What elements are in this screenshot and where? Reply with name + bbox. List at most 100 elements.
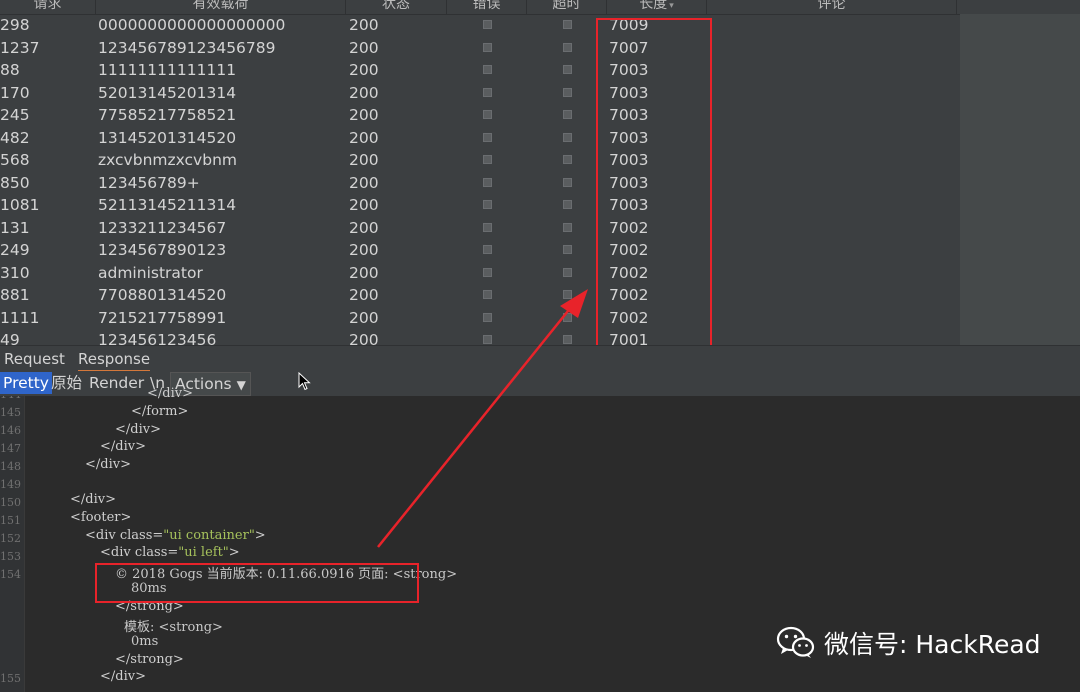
table-row[interactable]: 310 administrator 200 7002 (0, 262, 960, 285)
cell-payload: 7215217758991 (98, 308, 227, 327)
checkbox-icon (563, 177, 572, 187)
cell-timeout-checkbox (563, 329, 573, 345)
cell-request: 1237 (0, 38, 40, 57)
line-number: 152 (0, 532, 21, 545)
cell-status: 200 (349, 151, 379, 169)
cell-timeout-checkbox (563, 284, 573, 307)
cell-payload: 77585217758521 (98, 106, 237, 124)
column-header-request[interactable]: 请求 (0, 0, 96, 14)
table-row[interactable]: 131 1233211234567 200 7002 (0, 217, 960, 240)
table-empty-region (960, 14, 1080, 345)
table-row[interactable]: 482 13145201314520 200 7003 (0, 127, 960, 150)
checkbox-icon (483, 335, 492, 344)
cell-error-checkbox (483, 14, 493, 37)
cell-error-checkbox (483, 307, 493, 330)
cell-error-checkbox (483, 262, 493, 285)
cell-request: 249 (0, 241, 30, 259)
code-line-153-value: "ui left" (178, 545, 229, 560)
code-line-153-open: <div class= (100, 545, 179, 560)
code-line-155: </div> (100, 669, 146, 684)
cell-error-checkbox (483, 82, 493, 105)
line-number: 147 (0, 442, 21, 455)
cell-error-checkbox (483, 37, 493, 60)
cell-payload: 0000000000000000000 (98, 16, 286, 34)
render-button[interactable]: Render (89, 372, 144, 394)
line-number: 150 (0, 496, 21, 509)
column-header-error[interactable]: 错误 (447, 0, 527, 14)
table-row[interactable]: 298 0000000000000000000 200 7009 (0, 14, 960, 37)
line-number-gutter: 144 145 146 147 148 149 150 151 152 153 154 155 (0, 396, 25, 692)
cell-timeout-checkbox (563, 82, 573, 105)
line-number: 154 (0, 568, 21, 581)
raw-button[interactable]: 原始 (51, 372, 82, 394)
code-line-144: </div> (147, 386, 193, 401)
cell-timeout-checkbox (563, 262, 573, 285)
checkbox-icon (563, 200, 572, 209)
code-line-154-strong-close-2: </strong> (115, 652, 184, 667)
column-header-status[interactable]: 状态 (346, 0, 447, 14)
cell-status: 200 (349, 308, 379, 327)
cell-timeout-checkbox (563, 37, 573, 60)
cell-payload: 52013145201314 (98, 83, 237, 102)
table-row[interactable]: 1081 52113145211314 200 7003 (0, 194, 960, 217)
checkbox-icon (563, 155, 572, 164)
code-line-148: </div> (85, 457, 131, 472)
cell-timeout-checkbox (563, 172, 573, 195)
code-line-152-close: > (254, 528, 266, 543)
table-body: 298 0000000000000000000 200 7009 1237 1234567… (0, 14, 960, 345)
checkbox-icon (563, 312, 572, 322)
cell-request: 1111 (0, 308, 40, 327)
table-row[interactable]: 170 52013145201314 200 7003 (0, 82, 960, 105)
table-row[interactable]: 881 7708801314520 200 7002 (0, 284, 960, 307)
table-row[interactable]: 49 123456123456 200 7001 (0, 329, 960, 345)
table-row[interactable]: 850 123456789+ 200 7003 (0, 172, 960, 195)
cell-request: 131 (0, 218, 30, 237)
code-line-151: <footer> (70, 510, 132, 525)
watermark-text: 微信号: HackRead (824, 630, 1041, 659)
tab-request[interactable]: Request (4, 348, 65, 370)
checkbox-icon (563, 335, 572, 344)
request-response-tabs: Request Response (0, 345, 1080, 372)
cell-error-checkbox (483, 104, 493, 127)
cell-status: 200 (349, 241, 379, 259)
cell-status: 200 (349, 218, 379, 237)
table-row[interactable]: 1111 7215217758991 200 7002 (0, 307, 960, 330)
cell-timeout-checkbox (563, 104, 573, 127)
cell-timeout-checkbox (563, 149, 573, 172)
code-line-150: </div> (70, 492, 116, 507)
pretty-button[interactable]: Pretty (0, 372, 52, 394)
table-row[interactable]: 568 zxcvbnmzxcvbnm 200 7003 (0, 149, 960, 172)
cell-request: 1081 (0, 196, 40, 214)
checkbox-icon (563, 65, 572, 74)
line-number: 145 (0, 406, 21, 419)
cell-timeout-checkbox (563, 194, 573, 217)
cell-request: 482 (0, 128, 30, 147)
cell-error-checkbox (483, 329, 493, 345)
results-table: 请求 有效载荷 状态 错误 超时 长度 ▾ 评论 298 0000000000000… (0, 0, 1080, 345)
cell-error-checkbox (483, 284, 493, 307)
column-header-length[interactable]: 长度 ▾ (607, 0, 707, 14)
line-number: 144 (0, 396, 22, 401)
checkbox-icon (483, 155, 492, 164)
cell-timeout-checkbox (563, 239, 573, 262)
column-header-comment[interactable]: 评论 (707, 0, 957, 14)
tab-response[interactable]: Response (78, 348, 151, 372)
checkbox-icon (563, 245, 572, 254)
table-row[interactable]: 245 77585217758521 200 7003 (0, 104, 960, 127)
cell-request: 49 (0, 331, 20, 345)
table-row[interactable]: 249 1234567890123 200 7002 (0, 239, 960, 262)
cell-payload: 7708801314520 (98, 286, 227, 304)
cell-status: 200 (349, 173, 379, 192)
line-number: 148 (0, 460, 21, 473)
version-highlight-box (95, 563, 419, 603)
cell-payload: administrator (98, 263, 203, 282)
table-row[interactable]: 88 11111111111111 200 7003 (0, 59, 960, 82)
column-header-payload[interactable]: 有效载荷 (96, 0, 346, 14)
table-row[interactable]: 1237 123456789123456789 200 7007 (0, 37, 960, 60)
cell-status: 200 (349, 38, 379, 57)
line-number: 151 (0, 514, 21, 527)
column-header-timeout[interactable]: 超时 (527, 0, 607, 14)
table-header: 请求 有效载荷 状态 错误 超时 长度 ▾ 评论 (0, 0, 1080, 15)
cell-status: 200 (349, 61, 379, 79)
code-line-152: <div class="ui container"> (85, 528, 266, 543)
